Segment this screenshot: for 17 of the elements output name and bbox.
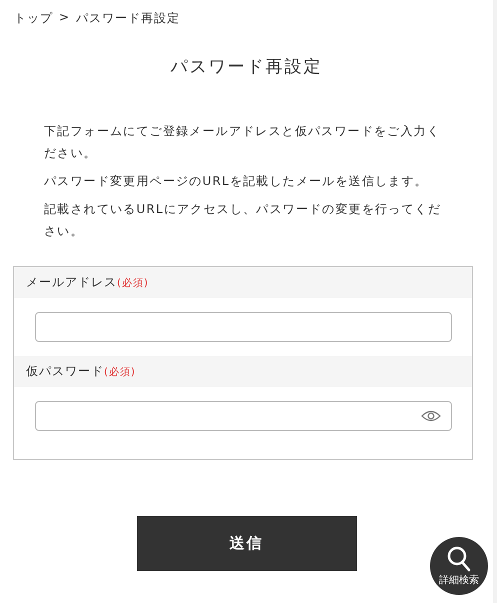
search-fab[interactable]: 詳細検索 — [430, 537, 488, 595]
instruction-text: パスワード変更用ページのURLを記載したメールを送信します。 — [44, 173, 429, 190]
search-icon — [447, 546, 471, 572]
field-label: メールアドレス — [26, 274, 117, 291]
password-field[interactable] — [35, 401, 452, 431]
instruction-text: 記載されているURLにアクセスし、パスワードの変更を行ってください。 — [44, 201, 442, 240]
breadcrumb-separator: > — [59, 10, 70, 26]
submit-button[interactable]: 送信 — [136, 516, 356, 571]
required-mark: (必須) — [104, 366, 136, 378]
breadcrumb-item[interactable]: トップ — [14, 10, 53, 27]
eye-icon[interactable] — [421, 410, 441, 422]
email-field[interactable] — [35, 312, 452, 342]
instruction-text: 下記フォームにてご登録メールアドレスと仮パスワードをご入力ください。 — [44, 123, 441, 162]
required-mark: (必須) — [117, 276, 149, 290]
breadcrumb-item: パスワード再設定 — [76, 10, 180, 27]
page-title: パスワード再設定 — [170, 56, 324, 78]
field-label: 仮パスワード — [26, 363, 104, 380]
